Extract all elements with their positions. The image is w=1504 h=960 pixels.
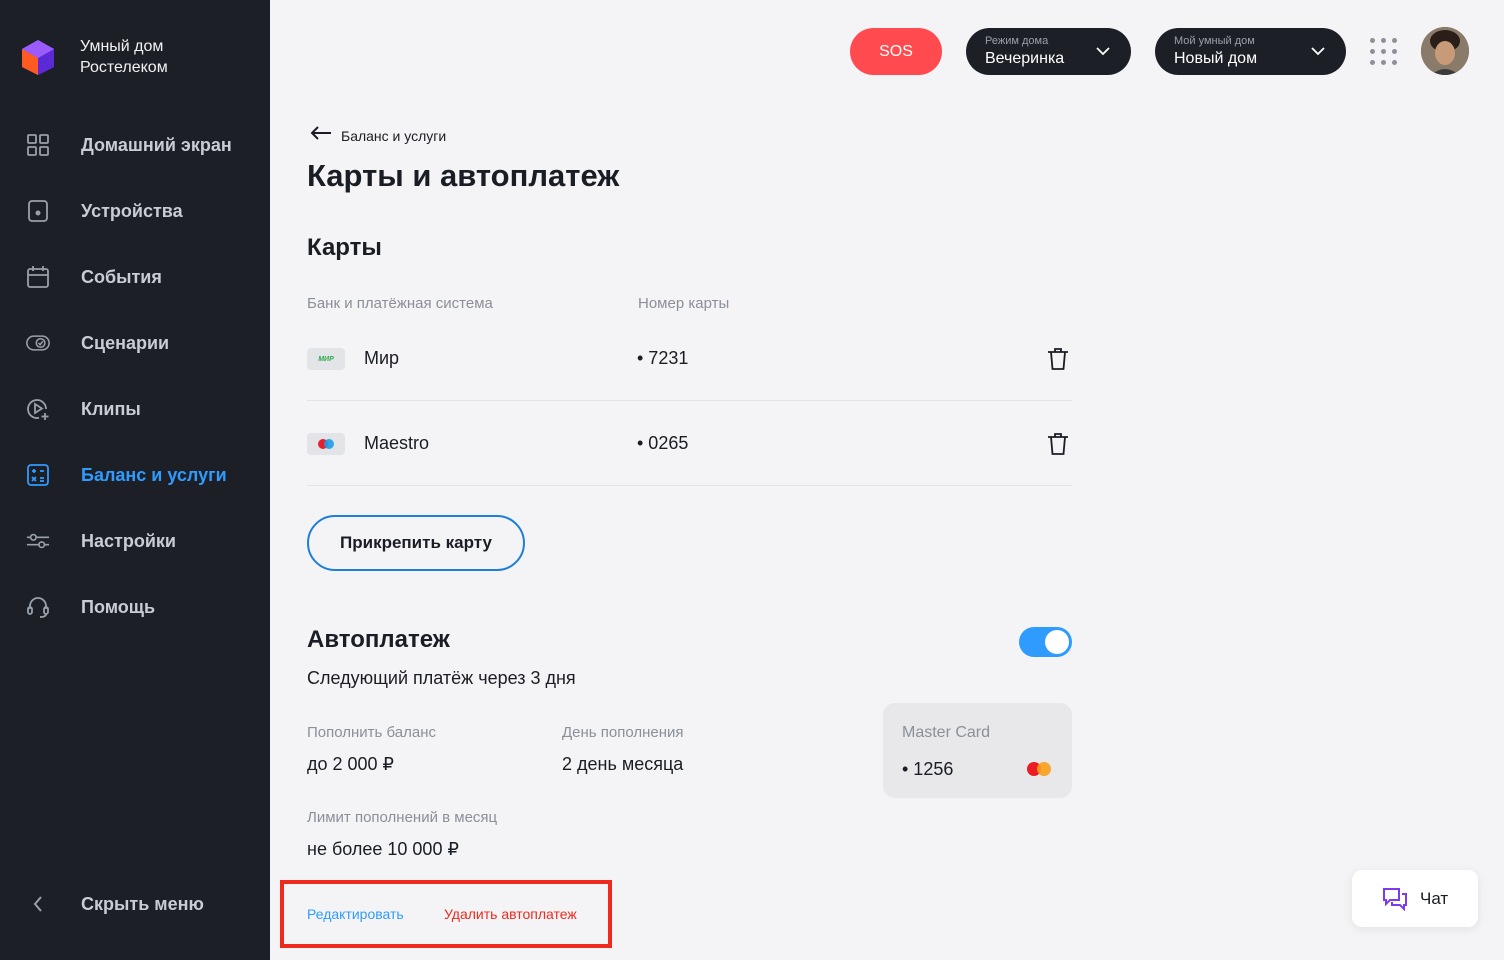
- sidebar-item-scenarios[interactable]: Сценарии: [0, 310, 270, 376]
- hide-menu-button[interactable]: Скрыть меню: [0, 876, 270, 932]
- cards-section-title: Карты: [307, 234, 382, 261]
- headset-icon: [26, 595, 50, 619]
- hide-menu-label: Скрыть меню: [81, 893, 204, 914]
- topup-value: до 2 000 ₽: [307, 754, 395, 774]
- back-link[interactable]: Баланс и услуги: [310, 125, 446, 146]
- trash-icon[interactable]: [1047, 347, 1069, 371]
- column-header-number: Номер карты: [638, 295, 730, 312]
- next-payment-text: Следующий платёж через 3 дня: [307, 668, 576, 688]
- card-bank-name: Мир: [364, 348, 400, 368]
- trash-icon[interactable]: [1047, 432, 1069, 456]
- mir-logo-icon: МИР: [307, 348, 345, 370]
- sidebar-item-label: Настройки: [81, 530, 176, 551]
- calendar-icon: [26, 265, 50, 289]
- sidebar-item-label: События: [81, 266, 162, 287]
- sidebar-nav: Домашний экран Устройства События Сценар…: [0, 112, 270, 640]
- card-number: • 7231: [637, 348, 689, 368]
- monthly-limit-label: Лимит пополнений в месяц: [307, 809, 498, 826]
- toggle-knob: [1045, 630, 1069, 654]
- sidebar-item-balance[interactable]: Баланс и услуги: [0, 442, 270, 508]
- chat-button[interactable]: Чат: [1352, 870, 1478, 927]
- card-row: Maestro • 0265: [307, 401, 1072, 486]
- brand-line-2: Ростелеком: [80, 59, 168, 76]
- autopay-toggle[interactable]: [1019, 627, 1072, 657]
- settings-sliders-icon: [26, 529, 50, 553]
- maestro-logo-icon: [307, 433, 345, 455]
- smart-home-dropdown[interactable]: Мой умный дом Новый дом: [1155, 28, 1346, 75]
- attach-card-button[interactable]: Прикрепить карту: [307, 515, 525, 571]
- sidebar-item-label: Клипы: [81, 398, 141, 419]
- chat-label: Чат: [1420, 888, 1449, 908]
- home-mode-value: Вечеринка: [985, 50, 1065, 67]
- grid-icon: [26, 133, 50, 157]
- delete-autopay-link[interactable]: Удалить автоплатеж: [444, 906, 577, 922]
- chevron-down-icon: [1310, 43, 1326, 64]
- divider: [307, 485, 1072, 486]
- sidebar-item-label: Устройства: [81, 200, 183, 221]
- column-header-bank: Банк и платёжная система: [307, 295, 493, 312]
- brand[interactable]: Умный дом Ростелеком: [18, 36, 168, 78]
- topup-day-label: День пополнения: [562, 724, 684, 741]
- edit-autopay-link[interactable]: Редактировать: [307, 906, 404, 922]
- smart-home-caption: Мой умный дом: [1174, 35, 1255, 47]
- sidebar-item-devices[interactable]: Устройства: [0, 178, 270, 244]
- rostelecom-logo-icon: [18, 37, 58, 77]
- sidebar-item-label: Баланс и услуги: [81, 464, 227, 485]
- chat-icon: [1382, 887, 1408, 911]
- autopay-card[interactable]: Master Card • 1256: [883, 703, 1072, 798]
- sos-button[interactable]: SOS: [850, 28, 942, 75]
- user-avatar[interactable]: [1421, 27, 1469, 75]
- mastercard-logo-icon: [1026, 761, 1052, 777]
- autopay-section-title: Автоплатеж: [307, 626, 450, 653]
- monthly-limit-value: не более 10 000 ₽: [307, 839, 459, 859]
- card-row: МИР Мир • 7231: [307, 316, 1072, 401]
- apps-grid-icon[interactable]: [1370, 38, 1398, 66]
- balance-icon: [26, 463, 50, 487]
- sidebar-item-clips[interactable]: Клипы: [0, 376, 270, 442]
- sidebar-item-home[interactable]: Домашний экран: [0, 112, 270, 178]
- scenario-icon: [26, 331, 50, 355]
- arrow-left-icon: [310, 125, 332, 146]
- topup-day-value: 2 день месяца: [562, 754, 684, 774]
- smart-home-value: Новый дом: [1174, 50, 1258, 67]
- card-number: • 0265: [637, 433, 689, 453]
- chevron-down-icon: [1095, 43, 1111, 64]
- card-bank-name: Maestro: [364, 433, 430, 453]
- brand-name: Умный дом Ростелеком: [80, 36, 168, 78]
- device-icon: [26, 199, 50, 223]
- chevron-left-icon: [26, 895, 50, 913]
- home-mode-dropdown[interactable]: Режим дома Вечеринка: [966, 28, 1131, 75]
- sidebar-item-help[interactable]: Помощь: [0, 574, 270, 640]
- brand-line-1: Умный дом: [80, 38, 164, 55]
- page-title: Карты и автоплатеж: [307, 158, 620, 193]
- sidebar-item-settings[interactable]: Настройки: [0, 508, 270, 574]
- sidebar: Умный дом Ростелеком Домашний экран Устр…: [0, 0, 270, 960]
- home-mode-caption: Режим дома: [985, 35, 1049, 47]
- autopay-card-name: Master Card: [902, 724, 991, 741]
- clips-icon: [26, 397, 50, 421]
- breadcrumb: Баланс и услуги: [341, 127, 447, 144]
- autopay-card-number: • 1256: [902, 759, 954, 779]
- sidebar-item-label: Помощь: [81, 596, 156, 617]
- sidebar-item-label: Сценарии: [81, 332, 170, 353]
- sidebar-item-label: Домашний экран: [81, 134, 232, 155]
- sidebar-item-events[interactable]: События: [0, 244, 270, 310]
- topup-label: Пополнить баланс: [307, 724, 436, 741]
